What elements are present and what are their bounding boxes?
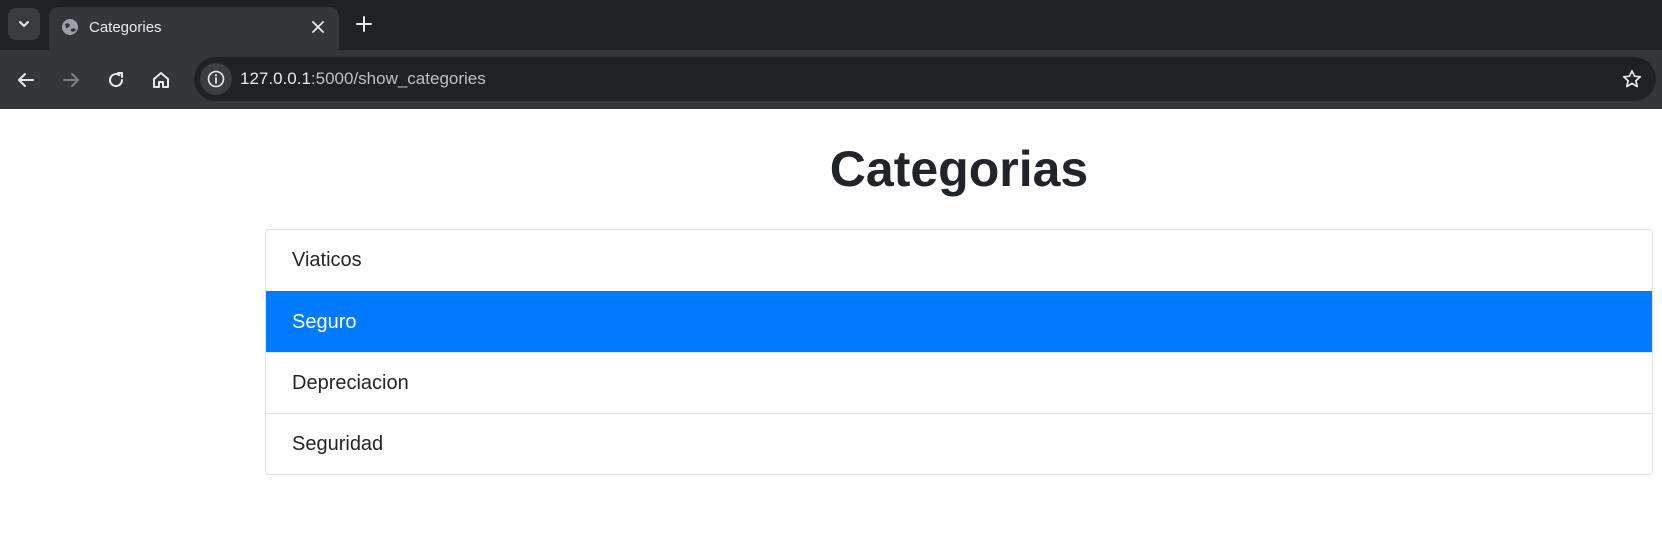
star-icon: [1622, 69, 1642, 88]
list-item[interactable]: Depreciacion: [266, 352, 1652, 413]
list-item[interactable]: Seguridad: [266, 413, 1652, 474]
back-arrow-icon: [18, 73, 34, 87]
site-info-button[interactable]: [200, 63, 232, 95]
back-button[interactable]: [11, 65, 41, 95]
reload-button[interactable]: [101, 65, 131, 95]
tab-search-button[interactable]: [8, 8, 40, 40]
address-bar[interactable]: 127.0.0.1:5000/show_categories: [194, 57, 1656, 101]
url-path: :5000/show_categories: [310, 69, 486, 88]
bookmark-button[interactable]: [1620, 67, 1644, 91]
globe-icon: [62, 19, 78, 35]
home-button[interactable]: [146, 65, 176, 95]
info-icon: [207, 70, 225, 88]
new-tab-button[interactable]: [352, 12, 376, 36]
forward-button[interactable]: [56, 65, 86, 95]
browser-toolbar: 127.0.0.1:5000/show_categories: [0, 50, 1662, 109]
list-item-active[interactable]: Seguro: [266, 291, 1652, 352]
tab-title: Categories: [89, 19, 162, 36]
list-item[interactable]: Viaticos: [266, 230, 1652, 291]
tab-close-button[interactable]: [307, 16, 329, 38]
chevron-down-icon: [19, 21, 29, 27]
tab-strip: Categories: [0, 0, 1662, 50]
home-icon: [153, 72, 169, 88]
page-content: Categorias Viaticos Seguro Depreciacion …: [0, 109, 1662, 536]
url-text: 127.0.0.1:5000/show_categories: [240, 69, 486, 89]
close-icon: [312, 21, 324, 33]
categories-list: Viaticos Seguro Depreciacion Seguridad: [265, 229, 1653, 475]
url-host: 127.0.0.1: [240, 69, 311, 88]
reload-icon: [109, 72, 124, 88]
active-tab[interactable]: Categories: [49, 7, 339, 50]
page-title: Categorias: [829, 141, 1089, 197]
forward-arrow-icon: [63, 73, 79, 87]
plus-icon: [356, 16, 372, 32]
